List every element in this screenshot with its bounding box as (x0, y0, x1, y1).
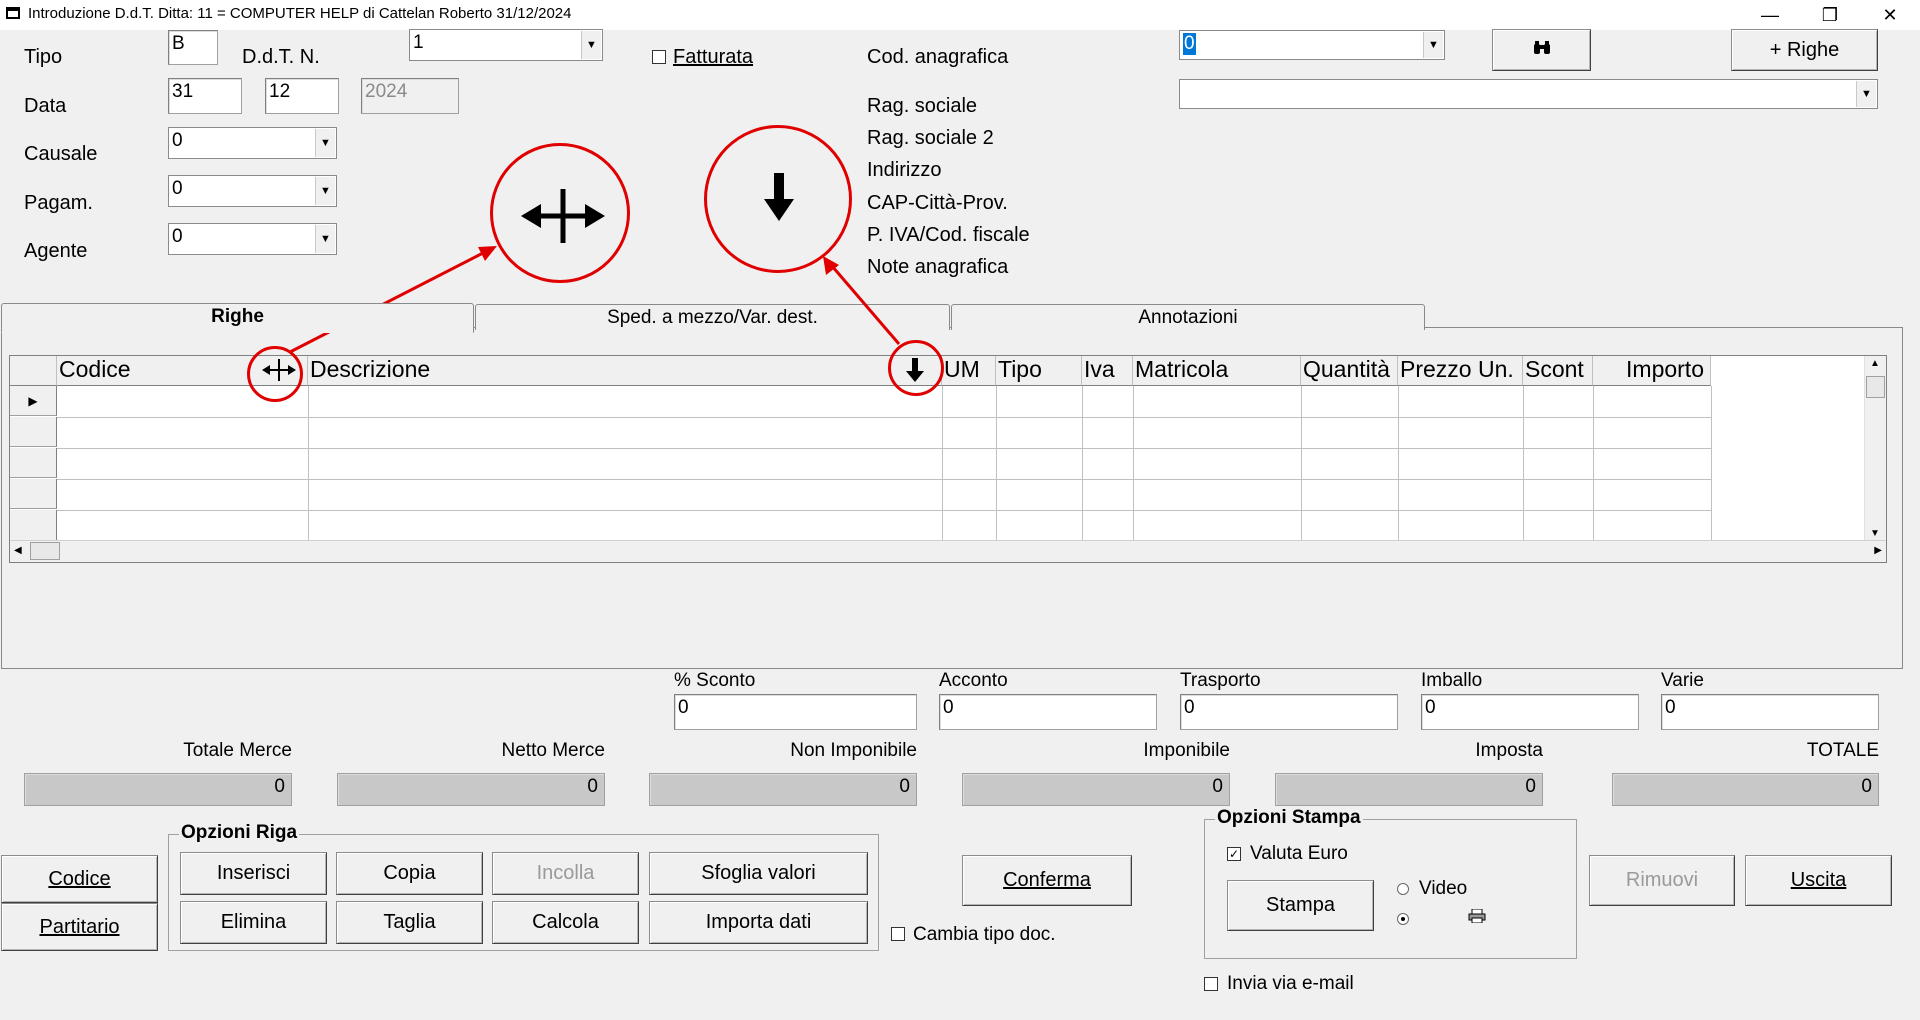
annotation-arrow-down (830, 265, 901, 345)
annotation-arrows (289, 246, 901, 354)
ddt-window: Introduzione D.d.T. Ditta: 11 = COMPUTER… (0, 0, 1920, 1020)
tab-righe[interactable]: Righe (1, 303, 474, 333)
annotation-arrow-resize (289, 250, 486, 354)
